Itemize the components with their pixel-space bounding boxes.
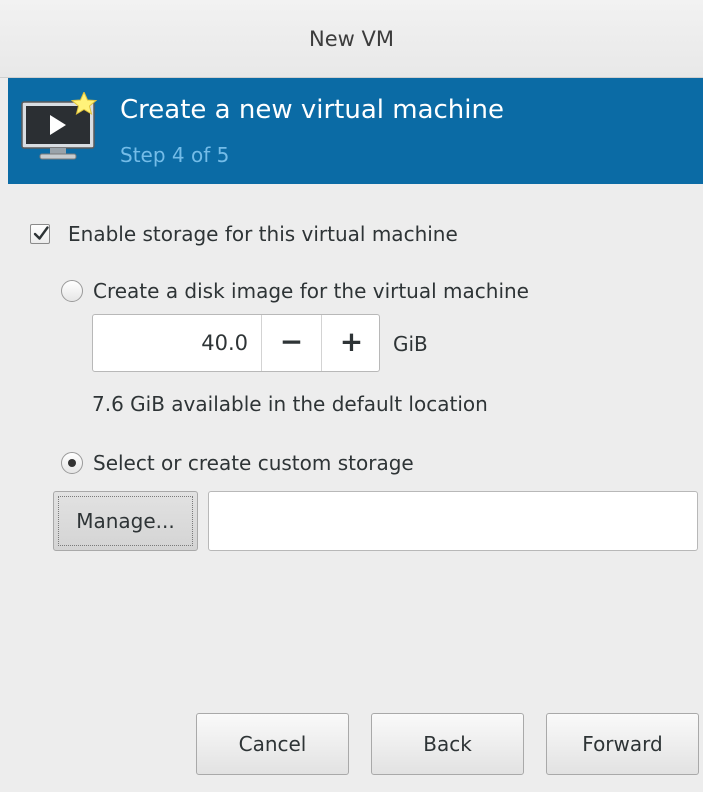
custom-storage-label[interactable]: Select or create custom storage xyxy=(93,451,414,475)
focus-ring xyxy=(58,496,193,546)
title-bar[interactable]: New VM xyxy=(0,0,703,78)
disk-image-label[interactable]: Create a disk image for the virtual mach… xyxy=(93,279,529,303)
disk-size-spinbutton[interactable]: 40.0 − + xyxy=(92,314,380,372)
storage-path-input[interactable] xyxy=(208,491,698,551)
new-vm-dialog: New VM Create a new virtual machine Step… xyxy=(0,0,703,792)
increment-button[interactable]: + xyxy=(321,315,381,371)
enable-storage-label[interactable]: Enable storage for this virtual machine xyxy=(68,222,458,246)
window-title: New VM xyxy=(309,27,394,51)
checkmark-icon xyxy=(33,226,49,240)
wizard-step-indicator: Step 4 of 5 xyxy=(120,143,230,167)
decrement-button[interactable]: − xyxy=(261,315,321,371)
forward-button[interactable]: Forward xyxy=(546,713,699,775)
wizard-heading: Create a new virtual machine xyxy=(120,95,504,125)
disk-size-value[interactable]: 40.0 xyxy=(93,315,248,371)
size-unit-label: GiB xyxy=(393,332,428,356)
cancel-button[interactable]: Cancel xyxy=(196,713,349,775)
disk-image-radio[interactable] xyxy=(61,280,83,302)
available-space-text: 7.6 GiB available in the default locatio… xyxy=(92,392,488,416)
custom-storage-radio[interactable] xyxy=(61,452,83,474)
enable-storage-checkbox[interactable] xyxy=(30,224,50,244)
vm-monitor-icon xyxy=(21,92,98,160)
back-button[interactable]: Back xyxy=(371,713,524,775)
manage-button[interactable]: Manage... xyxy=(53,491,198,551)
wizard-banner: Create a new virtual machine Step 4 of 5 xyxy=(8,78,703,184)
